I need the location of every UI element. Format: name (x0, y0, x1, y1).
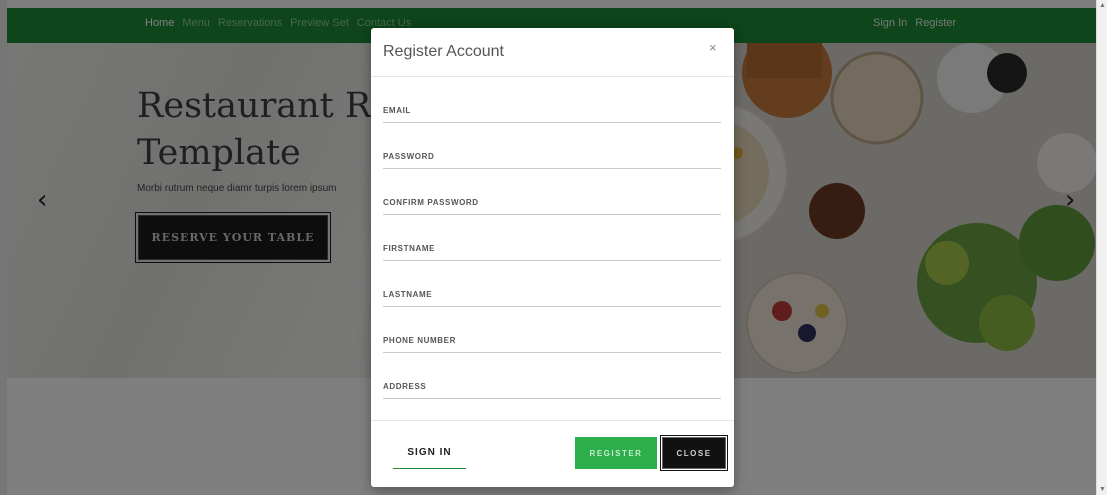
modal-header: Register Account × (371, 28, 734, 77)
sign-in-button[interactable]: SIGN IN (393, 437, 466, 469)
address-input[interactable] (383, 359, 721, 398)
page: Home Menu Reservations Preview Set Conta… (0, 0, 1107, 495)
firstname-input[interactable] (383, 221, 721, 260)
confirm-password-input[interactable] (383, 175, 721, 214)
firstname-field[interactable]: FIRSTNAME (383, 221, 721, 261)
close-icon[interactable]: × (709, 40, 717, 55)
modal-footer: SIGN IN REGISTER CLOSE (371, 420, 734, 487)
close-button[interactable]: CLOSE (660, 435, 728, 471)
confirm-password-field[interactable]: CONFIRM PASSWORD (383, 175, 721, 215)
phone-number-field[interactable]: PHONE NUMBER (383, 313, 721, 353)
modal-title: Register Account (383, 43, 504, 60)
register-button[interactable]: REGISTER (575, 437, 657, 469)
email-input[interactable] (383, 83, 721, 122)
address-field[interactable]: ADDRESS (383, 359, 721, 399)
register-modal: Register Account × EMAIL PASSWORD CONFIR… (371, 28, 734, 487)
lastname-input[interactable] (383, 267, 721, 306)
email-field[interactable]: EMAIL (383, 83, 721, 123)
lastname-field[interactable]: LASTNAME (383, 267, 721, 307)
page-scrollbar[interactable]: ▲ ▼ (1096, 0, 1107, 495)
phone-number-input[interactable] (383, 313, 721, 352)
password-field[interactable]: PASSWORD (383, 129, 721, 169)
scroll-down-arrow-icon[interactable]: ▼ (1099, 486, 1106, 493)
scroll-up-arrow-icon[interactable]: ▲ (1099, 2, 1106, 9)
password-input[interactable] (383, 129, 721, 168)
